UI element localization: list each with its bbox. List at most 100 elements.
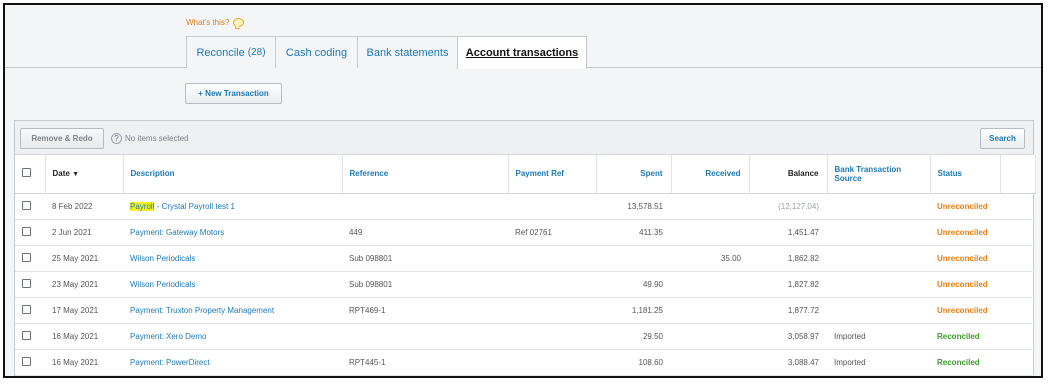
search-label: Search [989,134,1016,143]
tab-account-transactions[interactable]: Account transactions [457,36,587,69]
cell-date: 25 May 2021 [45,245,123,272]
cell-balance: 1,451.47 [749,219,827,246]
cell-date: 23 May 2021 [45,271,123,298]
row-checkbox[interactable] [22,330,31,340]
cell-received: 35.00 [671,245,749,272]
table-row[interactable]: 16 May 2021 Payment: Xero Demo 29.50 3,0… [15,323,1035,350]
cell-received [671,193,749,220]
tab-bank-statements[interactable]: Bank statements [357,36,457,68]
cell-reference: Sub 098801 [342,271,508,298]
cell-balance: 1,827.82 [749,271,827,298]
tab-bank-statements-label: Bank statements [366,46,449,59]
cell-source: Imported [827,323,930,350]
column-bank-transaction-source[interactable]: Bank Transaction Source [827,155,931,194]
cell-source: Imported [827,349,930,376]
table-row[interactable]: 23 May 2021 Wilson Periodicals Sub 09880… [15,271,1035,298]
cell-description[interactable]: Wilson Periodicals [123,245,342,272]
transactions-table: Date ▼ Description Reference Payment Ref… [15,155,1036,376]
description-highlight: Payroll [130,201,155,211]
tab-reconcile[interactable]: Reconcile (28) [186,36,275,68]
cell-balance: 3,058.97 [749,323,827,350]
column-spacer [1000,155,1036,194]
cell-status: Unreconciled [930,297,1000,324]
new-transaction-button[interactable]: + New Transaction [185,83,282,104]
transactions-panel: Remove & Redo ? No items selected Search [14,120,1036,376]
column-date[interactable]: Date ▼ [45,155,124,194]
column-spent[interactable]: Spent [596,155,672,194]
row-checkbox[interactable] [22,278,31,288]
sort-down-icon: ▼ [72,171,80,179]
row-checkbox[interactable] [22,252,31,262]
remove-redo-button[interactable]: Remove & Redo [20,128,104,149]
cell-spent: 411.35 [596,219,671,246]
cell-spent [596,245,671,272]
remove-redo-label: Remove & Redo [31,134,93,143]
table-row[interactable]: 17 May 2021 Payment: Truxton Property Ma… [15,297,1035,324]
cell-spent: 108.60 [596,349,671,376]
cell-received [671,349,749,376]
cell-payment-ref [508,349,596,376]
row-select-cell [15,349,45,376]
table-toolbar: Remove & Redo ? No items selected Search [15,121,1033,155]
column-reference[interactable]: Reference [342,155,509,194]
cell-description[interactable]: Wilson Periodicals [123,271,342,298]
cell-reference [342,193,508,220]
cell-balance: (12,127.04) [749,193,827,220]
cell-status: Unreconciled [930,271,1000,298]
cell-status: Reconciled [930,349,1000,376]
column-payment-ref[interactable]: Payment Ref [508,155,597,194]
table-row[interactable]: 16 May 2021 Payment: PowerDirect RPT445-… [15,349,1035,376]
cell-status: Reconciled [930,323,1000,350]
cell-spent: 13,578.51 [596,193,671,220]
row-select-cell [15,323,45,350]
cell-description[interactable]: Payment: PowerDirect [123,349,342,376]
cell-description[interactable]: Payroll - Crystal Payroll test 1 [123,193,342,220]
cell-source [827,297,930,324]
cell-payment-ref [508,297,596,324]
row-checkbox[interactable] [22,226,31,236]
column-balance: Balance [749,155,828,194]
cell-received [671,323,749,350]
tab-cash-coding[interactable]: Cash coding [275,36,357,68]
cell-description[interactable]: Payment: Gateway Motors [123,219,342,246]
cell-payment-ref: Ref 02761 [508,219,596,246]
cell-payment-ref [508,323,596,350]
new-transaction-label: + New Transaction [198,89,269,98]
cell-balance: 1,862.82 [749,245,827,272]
cell-status: Unreconciled [930,219,1000,246]
cell-spacer [1000,271,1035,298]
row-checkbox[interactable] [22,200,31,210]
tab-reconcile-label: Reconcile [196,46,245,59]
column-description[interactable]: Description [123,155,343,194]
row-checkbox[interactable] [22,356,31,366]
select-all-cell [15,155,46,194]
tab-cash-coding-label: Cash coding [285,46,348,59]
help-icon[interactable]: ? [111,133,122,144]
cell-description[interactable]: Payment: Xero Demo [123,323,342,350]
table-row[interactable]: 8 Feb 2022 Payroll - Crystal Payroll tes… [15,193,1035,220]
cell-spent: 1,181.25 [596,297,671,324]
tab-reconcile-count: (28) [247,47,266,58]
cell-spent: 29.50 [596,323,671,350]
cell-status: Unreconciled [930,245,1000,272]
cell-spacer [1000,349,1035,376]
column-received[interactable]: Received [671,155,750,194]
cell-payment-ref [508,245,596,272]
row-checkbox[interactable] [22,304,31,314]
column-status[interactable]: Status [930,155,1001,194]
cell-spent: 49.90 [596,271,671,298]
cell-source [827,271,930,298]
select-all-checkbox[interactable] [22,168,31,178]
row-select-cell [15,271,45,298]
cell-date: 2 Jun 2021 [45,219,123,246]
table-row[interactable]: 2 Jun 2021 Payment: Gateway Motors 449 R… [15,219,1035,246]
selection-status: No items selected [125,134,189,143]
table-header-row: Date ▼ Description Reference Payment Ref… [15,155,1036,194]
cell-source [827,193,930,220]
tab-account-transactions-label: Account transactions [465,47,579,59]
row-select-cell [15,193,45,220]
cell-description[interactable]: Payment: Truxton Property Management [123,297,342,324]
cell-reference: RPT469-1 [342,297,508,324]
table-row[interactable]: 25 May 2021 Wilson Periodicals Sub 09880… [15,245,1035,272]
search-button[interactable]: Search [980,128,1025,149]
